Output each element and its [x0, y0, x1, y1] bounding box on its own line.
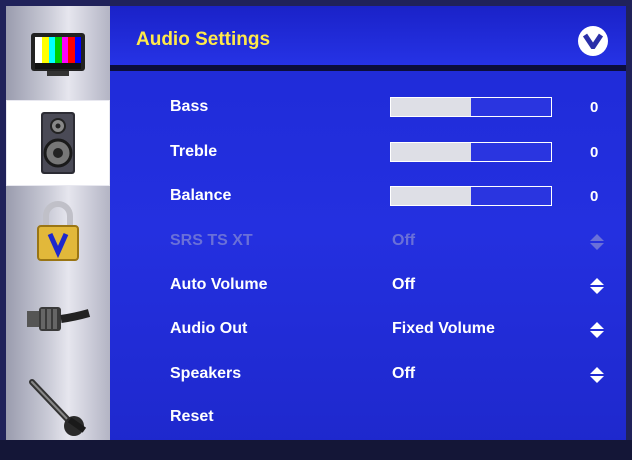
- setting-row-auto-volume[interactable]: Auto Volume Off: [110, 270, 626, 300]
- setting-row-audio-out[interactable]: Audio Out Fixed Volume: [110, 314, 626, 344]
- setting-row-bass[interactable]: Bass 0: [110, 92, 626, 122]
- up-down-arrow-icon[interactable]: [589, 321, 605, 339]
- up-down-arrow-icon[interactable]: [589, 277, 605, 295]
- setting-value: 0: [590, 188, 599, 205]
- setting-row-reset[interactable]: Reset: [110, 402, 626, 432]
- setting-value: Fixed Volume: [392, 320, 495, 337]
- setting-label: Speakers: [170, 365, 242, 382]
- setting-label: Balance: [170, 187, 232, 204]
- setting-row-srs-ts-xt: SRS TS XT Off: [110, 226, 626, 256]
- panel-header: Audio Settings: [110, 6, 626, 71]
- menu-sidebar: [6, 6, 110, 454]
- slider-fill: [391, 187, 471, 205]
- page-title: Audio Settings: [136, 29, 271, 50]
- setting-value: Off: [392, 365, 416, 382]
- setting-value: Off: [392, 276, 416, 293]
- setting-value: 0: [590, 99, 599, 116]
- slider-fill: [391, 98, 471, 116]
- setting-label: Auto Volume: [170, 276, 268, 293]
- up-down-arrow-icon[interactable]: [589, 366, 605, 384]
- setting-label: SRS TS XT: [170, 232, 253, 249]
- vizio-v-logo-icon: [578, 26, 608, 56]
- setting-value: 0: [590, 144, 599, 161]
- setting-row-balance[interactable]: Balance 0: [110, 181, 626, 211]
- speaker-icon: [41, 112, 75, 174]
- header-divider: [110, 65, 626, 71]
- setting-value: Off: [392, 232, 416, 249]
- padlock-icon: [37, 201, 79, 261]
- setup-tab[interactable]: [6, 364, 110, 450]
- setting-label: Treble: [170, 143, 218, 160]
- picture-tab[interactable]: [6, 12, 110, 98]
- osd-frame: Audio Settings Bass 0 Treble 0 Balance 0…: [0, 0, 632, 460]
- cable-connector-icon: [27, 307, 91, 331]
- wrench-icon: [29, 379, 87, 436]
- bass-slider[interactable]: [390, 97, 552, 117]
- setting-label: Bass: [170, 98, 209, 115]
- parental-lock-tab[interactable]: [6, 188, 110, 274]
- setting-row-treble[interactable]: Treble 0: [110, 137, 626, 167]
- setting-row-speakers[interactable]: Speakers Off: [110, 359, 626, 389]
- setting-label: Audio Out: [170, 320, 248, 337]
- audio-tab[interactable]: [6, 100, 110, 186]
- bottom-edge: [0, 440, 632, 460]
- tv-connection-tab[interactable]: [6, 276, 110, 362]
- balance-slider[interactable]: [390, 186, 552, 206]
- up-down-arrow-icon: [590, 234, 604, 250]
- reset-button[interactable]: Reset: [170, 408, 214, 426]
- tv-color-bars-icon: [31, 33, 85, 76]
- treble-slider[interactable]: [390, 142, 552, 162]
- slider-fill: [391, 143, 471, 161]
- audio-settings-panel: Audio Settings Bass 0 Treble 0 Balance 0…: [110, 6, 626, 454]
